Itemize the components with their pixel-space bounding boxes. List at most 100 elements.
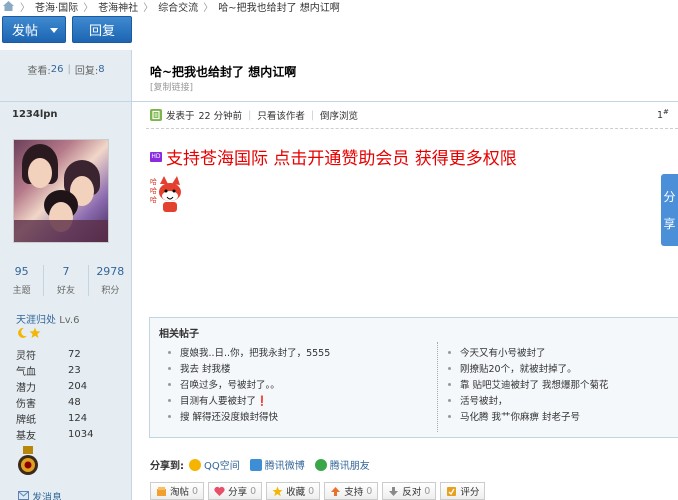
tencent-friends-icon [314,458,327,471]
related-item[interactable]: 马化腾 我艹你麻痹 封老子号 [448,408,609,424]
breadcrumb-item-thread[interactable]: 哈~把我也给封了 想内讧啊 [218,0,340,14]
share-side-char: 分 [663,190,676,204]
moon-icon [16,327,28,339]
stat-points[interactable]: 2978 积分 [89,265,132,296]
oppose-button[interactable]: 反对 0 [382,482,437,500]
divider [0,101,678,102]
breadcrumb-separator: 〉 [143,3,154,14]
divider [146,128,678,129]
hd-badge-icon: HD [150,151,162,162]
author-name[interactable]: 1234lpn [12,109,58,120]
stats-separator: | [67,63,71,75]
rank-name: 天涯归处 [16,315,56,326]
reverse-order-link[interactable]: 倒序浏览 [320,108,358,122]
related-item[interactable]: 今天又有小号被封了 [448,344,609,360]
floor-number[interactable]: 1# [657,108,669,121]
stat-topics[interactable]: 95 主题 [0,265,45,296]
action-count: 0 [250,485,257,497]
action-label: 收藏 [286,487,306,498]
floor-sup: # [663,108,669,116]
reply-button[interactable]: 回复 [72,16,132,43]
breadcrumb-item-section[interactable]: 苍海神社 [98,0,138,14]
attribute-value: 204 [68,380,88,392]
post-time-prefix: 发表于 [166,111,195,122]
collect-thread-button[interactable]: 淘帖 0 [150,482,205,500]
medal-icon[interactable] [17,446,39,478]
related-item[interactable]: 活号被封， [448,392,609,408]
tencent-weibo-icon [249,458,262,471]
views-count: 26 [50,63,64,75]
related-item[interactable]: 目测有人要被封了❗ [168,392,330,408]
related-item[interactable]: 靠 贴吧艾迪被封了 我想爆那个菊花 [448,376,609,392]
chevron-down-icon [50,28,58,33]
related-item[interactable]: 我去 封我楼 [168,360,330,376]
attribute-value: 72 [68,348,81,360]
share-qzone-link[interactable]: QQ空间 [189,457,240,472]
post-time: 22 分钟前 [198,111,243,122]
attribute-row: 潜力 204 [16,378,93,394]
breadcrumb-separator: 〉 [20,3,30,14]
page-title: 哈~把我也给封了 想内讧啊 [150,65,297,79]
rate-button[interactable]: 评分 [440,482,486,500]
only-author-link[interactable]: 只看该作者 [257,108,305,122]
attribute-key: 基友 [16,430,36,442]
related-list-right: 今天又有小号被封了 刚撩贴20个，就被封掉了。 靠 贴吧艾迪被封了 我想爆那个菊… [448,344,609,424]
stat-value: 2978 [96,265,125,278]
thread-stats: 查看: 26 | 回复: 8 [0,50,132,88]
attribute-row: 伤害 48 [16,394,93,410]
action-label: 支持 [344,487,364,498]
stat-label: 主题 [12,286,31,296]
divider [437,342,438,432]
share-label: 分享到: [150,461,184,472]
sponsor-promo[interactable]: HD 支持苍海国际 点击开通赞助会员 获得更多权限 [150,144,517,169]
fox-emoticon-icon: 哈 哈 哈 [150,172,184,216]
heart-icon [214,486,225,497]
related-item[interactable]: 搜 解得还没度娘封得快 [168,408,330,424]
user-rank: 天涯归处 Lv.6 [16,311,79,326]
new-post-label: 发帖 [12,24,39,39]
rank-level: Lv.6 [59,315,80,326]
new-post-button[interactable]: 发帖 [2,16,66,43]
thumb-down-icon [388,486,399,497]
meta-separator: | [310,109,315,121]
attribute-row: 基友 1034 [16,426,93,442]
action-count: 0 [366,485,373,497]
related-item[interactable]: 召唤过多，号被封了。。 [168,376,330,392]
favorite-button[interactable]: 收藏 0 [266,482,321,500]
attribute-value: 124 [68,412,88,424]
home-icon[interactable] [2,0,15,13]
action-count: 0 [308,485,315,497]
rate-icon [446,486,457,497]
breadcrumb-item-site[interactable]: 苍海·国际 [35,0,78,14]
share-bar: 分享到: QQ空间 腾讯微博 腾讯朋友 [150,457,380,472]
action-count: 0 [424,485,431,497]
action-count: 0 [192,485,199,497]
share-button[interactable]: 分享 0 [208,482,263,500]
attribute-key: 灵符 [16,350,36,362]
attribute-row: 牌纸 124 [16,410,93,426]
share-tencent-weibo-link[interactable]: 腾讯微博 [249,457,305,472]
svg-text:哈: 哈 [150,177,157,186]
replies-count: 8 [98,63,105,75]
related-item[interactable]: 刚撩贴20个，就被封掉了。 [448,360,609,376]
related-item[interactable]: 度娘我..日..你，把我永封了，5555 [168,344,330,360]
share-tencent-friends-link[interactable]: 腾讯朋友 [314,457,370,472]
stat-friends[interactable]: 7 好友 [44,265,89,296]
user-attributes: 灵符 72 气血 23 潜力 204 伤害 48 牌纸 124 基友 1034 [16,346,93,442]
action-label: 淘帖 [170,487,190,498]
stat-label: 积分 [101,286,120,296]
attribute-key: 伤害 [16,398,36,410]
send-message-link[interactable]: 发消息 [18,489,62,500]
share-side-tab[interactable]: 分 享 [661,174,678,246]
avatar[interactable] [13,139,109,243]
related-list-left: 度娘我..日..你，把我永封了，5555 我去 封我楼 召唤过多，号被封了。。 … [168,344,330,424]
attribute-value: 48 [68,396,81,408]
action-label: 分享 [228,487,248,498]
breadcrumb-item-forum[interactable]: 综合交流 [158,0,198,14]
breadcrumb: 〉 苍海·国际 〉 苍海神社 〉 综合交流 〉 哈~把我也给封了 想内讧啊 [0,0,678,14]
stat-value: 95 [14,265,29,278]
promo-text[interactable]: 支持苍海国际 点击开通赞助会员 获得更多权限 [166,144,517,169]
attribute-key: 牌纸 [16,414,36,426]
copy-link-button[interactable]: [复制链接] [150,80,193,93]
support-button[interactable]: 支持 0 [324,482,379,500]
